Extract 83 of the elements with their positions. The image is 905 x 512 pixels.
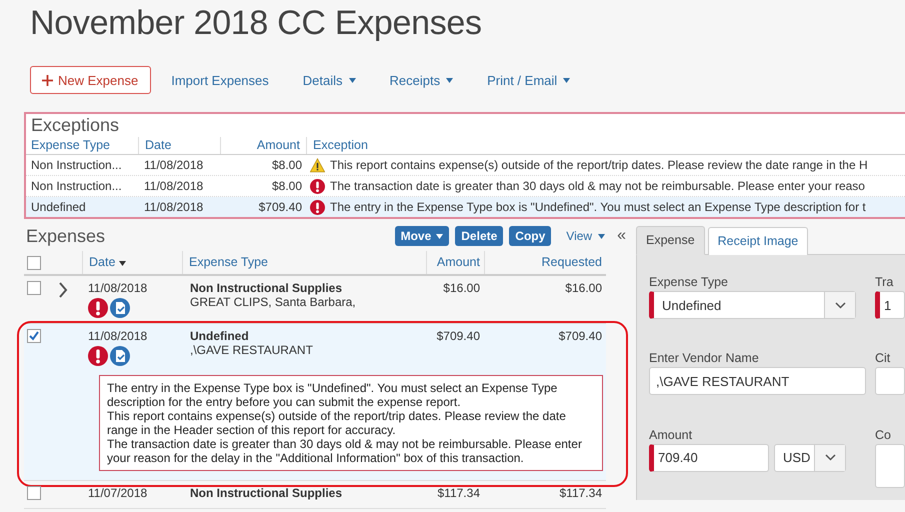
view-menu[interactable]: View [566, 229, 606, 243]
select-all-checkbox[interactable] [27, 256, 41, 270]
column-header[interactable]: Expense Type [26, 137, 138, 154]
exception-row[interactable]: Undefined 11/08/2018 $709.40 The entry in the Expense Type box is "Undefined". You must select an Expense Type description for t [26, 197, 905, 217]
caret-icon [446, 78, 454, 82]
receipt-icon[interactable] [110, 298, 130, 318]
exception-message: This report contains expense(s) outside of the report/trip dates. Please review the date range in the Header section of this report for accuracy. [107, 409, 567, 437]
row-checkbox[interactable] [27, 486, 41, 500]
column-header[interactable]: Amount [426, 251, 484, 274]
table-cell-text: $8.00 [270, 179, 303, 193]
column-header[interactable]: Amount [220, 137, 306, 154]
table-cell-text: $8.00 [270, 158, 303, 172]
requested-text: $117.34 [558, 486, 603, 502]
currency-select[interactable]: USD [774, 444, 846, 472]
select-field[interactable]: Undefined [649, 291, 856, 319]
expense-row[interactable]: 11/07/2018 Non Instructional Supplies $117.34 $117.34 [24, 481, 606, 509]
action-button[interactable]: Delete [455, 226, 504, 246]
field-label: Expense Type [649, 275, 729, 291]
date-text: 11/07/2018 [88, 486, 148, 500]
collapse-button[interactable]: « [617, 227, 626, 245]
move-menu-button[interactable]: Move [394, 226, 450, 246]
toolbar-menu[interactable]: Details [302, 72, 356, 88]
input-field[interactable] [875, 367, 905, 396]
input-field[interactable]: ,\GAVE RESTAURANT [649, 367, 866, 396]
receipt-icon[interactable] [110, 346, 130, 366]
requested-text: $709.40 [558, 329, 603, 345]
field-label: Enter Vendor Name [649, 351, 760, 368]
caret-icon [598, 234, 606, 238]
toolbar-link[interactable]: Import Expenses [171, 72, 269, 88]
caret-icon [563, 78, 570, 82]
row-checkbox[interactable] [27, 329, 41, 343]
input-field[interactable]: 1 [875, 291, 905, 319]
requested-text: $16.00 [564, 281, 603, 297]
toolbar-menu[interactable]: Receipts [390, 72, 454, 88]
exception-row[interactable]: Non Instruction... 11/08/2018 $8.00 This report contains expense(s) outside of the report/trip dates. Please review the date range in the H [26, 155, 905, 176]
date-text: 11/08/2018 [88, 329, 148, 343]
table-cell-text: $709.40 [258, 200, 303, 214]
expand-chevron-icon[interactable] [58, 282, 68, 298]
action-button[interactable]: Copy [509, 226, 552, 246]
table-cell: This report contains expense(s) outside of the report/trip dates. Please review the date range in the H [330, 158, 868, 172]
field-label: Co [875, 428, 892, 444]
new-expense-button[interactable]: New Expense [30, 66, 152, 94]
table-cell: The entry in the Expense Type box is "Undefined". You must select an Expense Type description for t [330, 200, 866, 214]
page-title: November 2018 CC Expenses [30, 4, 483, 44]
amount-text: $16.00 [442, 281, 481, 297]
sort-caret-icon [119, 261, 126, 266]
field-label: Tra [875, 275, 894, 291]
expense-type-text: Undefined [190, 329, 250, 343]
field-label: Amount [649, 428, 694, 444]
column-header[interactable]: Date [82, 251, 182, 274]
exception-message: The transaction date is greater than 30 days old & may not be reimbursable. Please enter your reason for the delay in the "Additional Information" box of this transaction. [107, 437, 583, 465]
row-checkbox[interactable] [27, 281, 41, 295]
field-label: Cit [875, 351, 892, 368]
column-header[interactable]: Exception [306, 137, 905, 154]
caret-icon [436, 234, 444, 238]
column-header[interactable]: Date [138, 137, 220, 154]
chevron-down-icon [824, 454, 836, 462]
table-cell-text: Undefined [30, 200, 87, 214]
table-cell-text: 11/08/2018 [143, 200, 204, 214]
table-cell-text: Non Instruction... [30, 179, 123, 193]
amount-text: $117.34 [436, 486, 481, 502]
table-cell-text: Non Instruction... [30, 158, 123, 172]
expense-type-text: Non Instructional Supplies [190, 281, 344, 295]
vendor-text: GREAT CLIPS, Santa Barbara, [190, 295, 357, 309]
tab[interactable]: Expense [636, 226, 705, 255]
plus-icon [42, 74, 53, 86]
panel-title: Exceptions [30, 114, 120, 137]
date-text: 11/08/2018 [88, 281, 148, 295]
vendor-text: ,\GAVE RESTAURANT [190, 343, 314, 357]
table-cell: The transaction date is greater than 30 days old & may not be reimbursable. Please enter your reaso [330, 179, 865, 193]
column-header[interactable]: Expense Type [182, 251, 426, 274]
table-cell-text: 11/08/2018 [143, 179, 204, 193]
toolbar-menu[interactable]: Print / Email [487, 72, 570, 88]
amount-field[interactable]: 709.40 [649, 444, 769, 472]
chevron-down-icon [834, 302, 846, 308]
section-title: Expenses [25, 226, 106, 246]
tab[interactable]: Receipt Image [708, 227, 808, 255]
exception-message: The entry in the Expense Type box is "Undefined". You must select an Expense Type description for the entry before you can submit the expense report. [107, 381, 558, 409]
caret-icon [348, 78, 356, 82]
table-cell-text: 11/08/2018 [143, 158, 204, 172]
column-header[interactable]: Requested [484, 251, 606, 274]
amount-text: $709.40 [436, 329, 481, 345]
expense-type-text: Non Instructional Supplies [190, 486, 344, 500]
